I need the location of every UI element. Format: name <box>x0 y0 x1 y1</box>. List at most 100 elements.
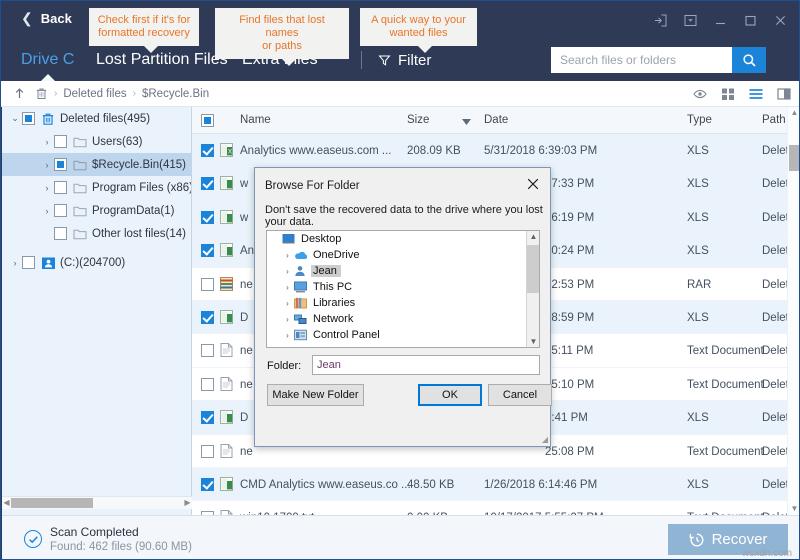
tree-item-drive-c[interactable]: › (C:)(204700) <box>2 251 191 274</box>
close-icon[interactable] <box>765 7 795 33</box>
tree-checkbox[interactable] <box>54 135 67 148</box>
list-view-icon[interactable] <box>749 87 763 101</box>
tree-item-programdata[interactable]: › ProgramData(1) <box>2 199 191 222</box>
dialog-tree-scrollbar[interactable]: ▲ ▼ <box>526 231 539 347</box>
scroll-thumb[interactable] <box>527 245 539 293</box>
column-header-type[interactable]: Type <box>687 114 712 126</box>
chevron-right-icon[interactable]: › <box>8 258 22 268</box>
row-checkbox[interactable] <box>201 411 214 425</box>
row-checkbox[interactable] <box>201 310 214 324</box>
row-checkbox[interactable] <box>201 210 214 224</box>
chevron-right-icon[interactable]: › <box>281 315 294 324</box>
breadcrumb-item-recycle-bin[interactable]: $Recycle.Bin <box>142 88 209 100</box>
cell-type: Text Document <box>687 345 764 358</box>
tree-item-other-lost-files[interactable]: Other lost files(14) <box>2 222 191 245</box>
dropdown-icon[interactable] <box>675 7 705 33</box>
search-input[interactable] <box>551 47 732 73</box>
scroll-down-arrow[interactable]: ▼ <box>527 337 539 346</box>
row-checkbox[interactable] <box>201 144 214 157</box>
chevron-right-icon[interactable]: › <box>40 183 54 193</box>
resize-grip-icon[interactable]: ◢ <box>542 435 548 444</box>
maximize-icon[interactable] <box>735 7 765 33</box>
preview-eye-icon[interactable] <box>693 87 707 101</box>
callout-drive-c-line2: formatted recovery <box>98 27 190 39</box>
sort-descending-icon[interactable] <box>462 119 471 125</box>
funnel-icon <box>378 55 391 66</box>
scroll-thumb[interactable] <box>11 498 93 508</box>
column-header-size[interactable]: Size <box>407 114 429 126</box>
dialog-tree-item-onedrive[interactable]: › OneDrive <box>267 247 539 263</box>
export-icon[interactable] <box>645 7 675 33</box>
tree-horizontal-scrollbar[interactable]: ◀ ▶ <box>2 496 192 509</box>
tree-item-users[interactable]: › Users(63) <box>2 130 191 153</box>
tree-checkbox[interactable] <box>54 158 67 171</box>
cell-date: 25:10 PM <box>545 378 595 391</box>
scroll-up-arrow[interactable]: ▲ <box>527 232 539 241</box>
dialog-tree-item-network[interactable]: › Network <box>267 311 539 327</box>
minimize-icon[interactable] <box>705 7 735 33</box>
chevron-right-icon[interactable]: › <box>40 206 54 216</box>
search-button[interactable] <box>732 47 766 73</box>
tree-item-recycle-bin[interactable]: › $Recycle.Bin(415) <box>2 153 191 176</box>
filter-label: Filter <box>398 51 432 69</box>
cell-type: Text Document <box>687 378 764 391</box>
row-checkbox[interactable] <box>201 244 214 258</box>
tree-checkbox[interactable] <box>54 227 67 240</box>
row-checkbox[interactable] <box>201 277 214 291</box>
chevron-right-icon[interactable]: › <box>40 137 54 147</box>
tree-checkbox[interactable] <box>54 204 67 217</box>
tree-checkbox[interactable] <box>22 112 35 125</box>
trash-icon[interactable] <box>35 87 48 100</box>
dialog-tree-item-jean[interactable]: › Jean <box>267 263 539 279</box>
tree-item-deleted-files[interactable]: ⌄ Deleted files(495) <box>2 107 191 130</box>
scroll-right-arrow[interactable]: ▶ <box>183 498 192 508</box>
details-pane-icon[interactable] <box>777 87 791 101</box>
cell-type: XLS <box>687 211 709 224</box>
make-new-folder-button[interactable]: Make New Folder <box>267 384 364 406</box>
column-header-path[interactable]: Path <box>762 114 786 126</box>
dialog-tree-item-label: Desktop <box>301 233 342 245</box>
dialog-tree-item-libraries[interactable]: › Libraries <box>267 295 539 311</box>
tab-drive-c[interactable]: Drive C <box>21 39 74 82</box>
cell-name: w <box>240 178 249 191</box>
tree-checkbox[interactable] <box>54 181 67 194</box>
row-checkbox[interactable] <box>201 377 214 391</box>
row-checkbox[interactable] <box>201 477 214 491</box>
close-icon[interactable] <box>522 174 544 194</box>
scroll-down-arrow[interactable]: ▼ <box>788 504 799 513</box>
chevron-down-icon[interactable]: ⌄ <box>8 113 22 124</box>
chevron-right-icon[interactable]: › <box>281 299 294 308</box>
column-header-date[interactable]: Date <box>484 114 508 126</box>
table-row[interactable]: X Analytics www.easeus.com ... 208.09 KB… <box>192 134 799 168</box>
scroll-thumb[interactable] <box>789 145 799 171</box>
table-row[interactable]: win10 1709.txt 0.00 KB 10/17/2017 5:55:2… <box>192 501 799 515</box>
breadcrumb-item-deleted-files[interactable]: Deleted files <box>63 88 126 100</box>
ok-button[interactable]: OK <box>418 384 482 406</box>
cell-type: XLS <box>687 311 709 324</box>
dialog-tree-item-control-panel[interactable]: › Control Panel <box>267 327 539 343</box>
folder-field-label: Folder: <box>267 360 302 372</box>
row-checkbox[interactable] <box>201 444 214 458</box>
arrow-up-icon[interactable] <box>13 87 26 100</box>
tree-item-program-files-x86[interactable]: › Program Files (x86)(2) <box>2 176 191 199</box>
scroll-left-arrow[interactable]: ◀ <box>2 498 11 508</box>
scroll-up-arrow[interactable]: ▲ <box>788 108 799 117</box>
chevron-right-icon[interactable]: › <box>281 331 294 340</box>
chevron-right-icon[interactable]: › <box>281 251 294 260</box>
select-all-checkbox[interactable] <box>201 114 214 127</box>
chevron-right-icon[interactable]: › <box>281 283 294 292</box>
cancel-button[interactable]: Cancel <box>488 384 552 406</box>
table-row[interactable]: CMD Analytics www.easeus.co ... 48.50 KB… <box>192 467 799 502</box>
tiles-view-icon[interactable] <box>721 87 735 101</box>
chevron-right-icon[interactable]: › <box>40 160 54 170</box>
row-checkbox[interactable] <box>201 177 214 191</box>
back-button[interactable]: ❮ Back <box>21 10 72 27</box>
chevron-right-icon[interactable]: › <box>281 267 294 276</box>
dialog-tree-item-this-pc[interactable]: › This PC <box>267 279 539 295</box>
dialog-tree-item-desktop[interactable]: Desktop <box>267 231 539 247</box>
column-header-name[interactable]: Name <box>240 114 271 126</box>
file-list-vertical-scrollbar[interactable]: ▲ ▼ <box>787 107 799 515</box>
tree-checkbox[interactable] <box>22 256 35 269</box>
folder-name-input[interactable] <box>312 355 540 375</box>
row-checkbox[interactable] <box>201 344 214 358</box>
